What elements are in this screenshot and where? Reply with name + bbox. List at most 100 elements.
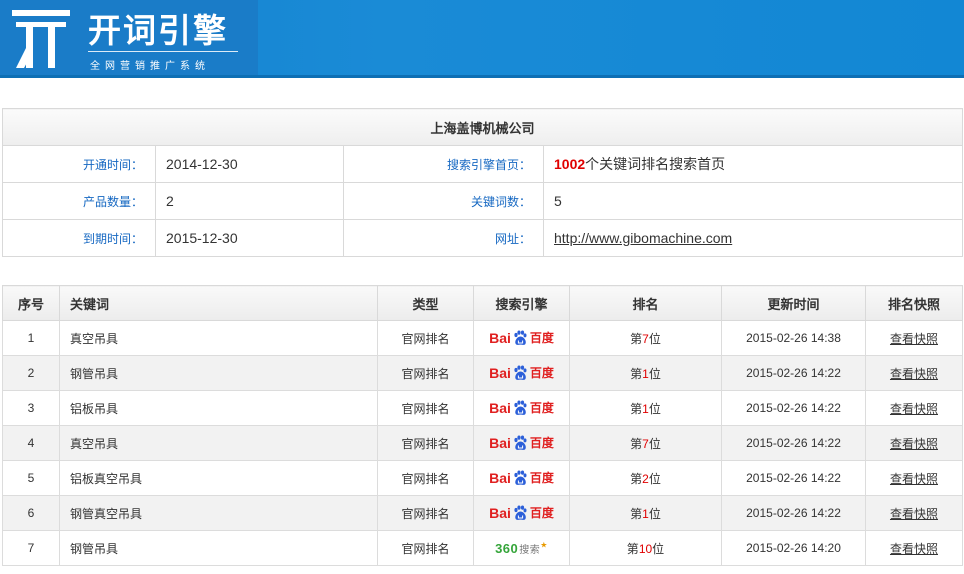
engine-logo-text: 百度	[529, 506, 554, 520]
rank-value: 1	[642, 401, 649, 416]
home-label: 搜索引擎首页：	[343, 145, 544, 183]
engine-logo-text: Bai	[489, 435, 511, 451]
baidu-logo: Bai 百度	[489, 435, 554, 451]
open-date-label: 开通时间：	[2, 145, 156, 183]
engine-logo-text: Bai	[489, 400, 511, 416]
row-engine: 360搜索★	[473, 530, 570, 566]
rank-prefix: 第	[630, 436, 643, 451]
row-keyword: 铝板真空吊具	[59, 460, 378, 496]
row-snapshot: 查看快照	[865, 355, 963, 391]
row-snapshot: 查看快照	[865, 460, 963, 496]
url-label: 网址：	[343, 219, 544, 257]
row-no: 1	[2, 320, 60, 356]
view-snapshot-link[interactable]: 查看快照	[890, 472, 938, 486]
view-snapshot-link[interactable]: 查看快照	[890, 507, 938, 521]
engine-logo-text: Bai	[489, 505, 511, 521]
rank-value: 10	[638, 541, 653, 556]
rank-suffix: 位	[648, 471, 661, 486]
header-bar: 开词引擎 全网营销推广系统	[0, 0, 964, 78]
brand-subtitle: 全网营销推广系统	[90, 61, 210, 72]
view-snapshot-link[interactable]: 查看快照	[890, 367, 938, 381]
rank-value: 2	[642, 471, 649, 486]
row-engine: Bai 百度	[473, 355, 570, 391]
row-rank: 第7位	[569, 320, 722, 356]
360-search-logo: 360搜索★	[495, 540, 548, 556]
baidu-paw-icon	[514, 435, 527, 450]
row-type: 官网排名	[377, 530, 474, 566]
rank-prefix: 第	[630, 366, 643, 381]
row-rank: 第10位	[569, 530, 722, 566]
expire-date-value: 2015-12-30	[155, 219, 344, 257]
baidu-paw-icon	[514, 330, 527, 345]
rank-suffix: 位	[648, 506, 661, 521]
table-row: 7 钢管吊具 官网排名 360搜索★ 第10位 2015-02-26 14:20 查看快照	[2, 530, 963, 566]
row-no: 3	[2, 390, 60, 426]
rank-value: 1	[642, 506, 649, 521]
engine-logo-text: Bai	[489, 365, 511, 381]
row-updated: 2015-02-26 14:22	[721, 460, 866, 496]
row-updated: 2015-02-26 14:38	[721, 320, 866, 356]
col-header-rank: 排名	[569, 285, 722, 321]
row-updated: 2015-02-26 14:20	[721, 530, 866, 566]
products-value: 2	[155, 182, 344, 220]
row-engine: Bai 百度	[473, 495, 570, 531]
engine-logo-text: 百度	[529, 471, 554, 485]
col-header-updated: 更新时间	[721, 285, 866, 321]
ranking-header-row: 序号 关键词 类型 搜索引擎 排名 更新时间 排名快照	[2, 285, 963, 321]
baidu-paw-icon	[514, 400, 527, 415]
row-rank: 第7位	[569, 425, 722, 461]
engine-logo-text: Bai	[489, 470, 511, 486]
baidu-logo: Bai 百度	[489, 470, 554, 486]
rank-suffix: 位	[648, 436, 661, 451]
baidu-paw-icon	[514, 365, 527, 380]
row-updated: 2015-02-26 14:22	[721, 355, 866, 391]
row-no: 5	[2, 460, 60, 496]
ranking-table: 序号 关键词 类型 搜索引擎 排名 更新时间 排名快照 1 真空吊具 官网排名 Bai…	[2, 285, 963, 566]
table-row: 1 真空吊具 官网排名 Bai 百度 第7位 2015-02-26 14:38 查看快照	[2, 320, 963, 356]
col-header-snapshot: 排名快照	[865, 285, 963, 321]
view-snapshot-link[interactable]: 查看快照	[890, 437, 938, 451]
row-keyword: 真空吊具	[59, 320, 378, 356]
row-no: 7	[2, 530, 60, 566]
table-row: 6 钢管真空吊具 官网排名 Bai 百度 第1位 2015-02-26 14:22 查看快照	[2, 495, 963, 531]
rank-prefix: 第	[630, 401, 643, 416]
rank-prefix: 第	[626, 541, 639, 556]
row-rank: 第1位	[569, 390, 722, 426]
row-engine: Bai 百度	[473, 390, 570, 426]
star-icon: ★	[540, 540, 548, 550]
url-value: http://www.gibomachine.com	[542, 219, 964, 257]
row-keyword: 铝板吊具	[59, 390, 378, 426]
brand-title: 开词引擎	[88, 12, 228, 49]
view-snapshot-link[interactable]: 查看快照	[890, 542, 938, 556]
brand-logo[interactable]: 开词引擎 全网营销推广系统	[0, 0, 258, 78]
view-snapshot-link[interactable]: 查看快照	[890, 402, 938, 416]
engine-logo-text: 百度	[529, 436, 554, 450]
expire-date-label: 到期时间：	[2, 219, 156, 257]
rank-suffix: 位	[648, 331, 661, 346]
engine-logo-text: 百度	[529, 331, 554, 345]
products-label: 产品数量：	[2, 182, 156, 220]
row-rank: 第1位	[569, 355, 722, 391]
website-link[interactable]: http://www.gibomachine.com	[554, 230, 732, 246]
row-type: 官网排名	[377, 460, 474, 496]
rank-suffix: 位	[652, 541, 665, 556]
rank-suffix: 位	[648, 366, 661, 381]
keywords-label: 关键词数：	[343, 182, 544, 220]
row-no: 6	[2, 495, 60, 531]
row-type: 官网排名	[377, 390, 474, 426]
row-type: 官网排名	[377, 495, 474, 531]
baidu-logo: Bai 百度	[489, 505, 554, 521]
rank-prefix: 第	[630, 331, 643, 346]
baidu-paw-icon	[514, 505, 527, 520]
home-suffix: 个关键词排名搜索首页	[585, 156, 726, 172]
row-engine: Bai 百度	[473, 320, 570, 356]
view-snapshot-link[interactable]: 查看快照	[890, 332, 938, 346]
row-updated: 2015-02-26 14:22	[721, 425, 866, 461]
engine-logo-text: 360	[495, 540, 519, 556]
col-header-keyword: 关键词	[59, 285, 378, 321]
row-keyword: 钢管真空吊具	[59, 495, 378, 531]
baidu-paw-icon	[514, 470, 527, 485]
col-header-type: 类型	[377, 285, 474, 321]
row-rank: 第1位	[569, 495, 722, 531]
row-engine: Bai 百度	[473, 425, 570, 461]
